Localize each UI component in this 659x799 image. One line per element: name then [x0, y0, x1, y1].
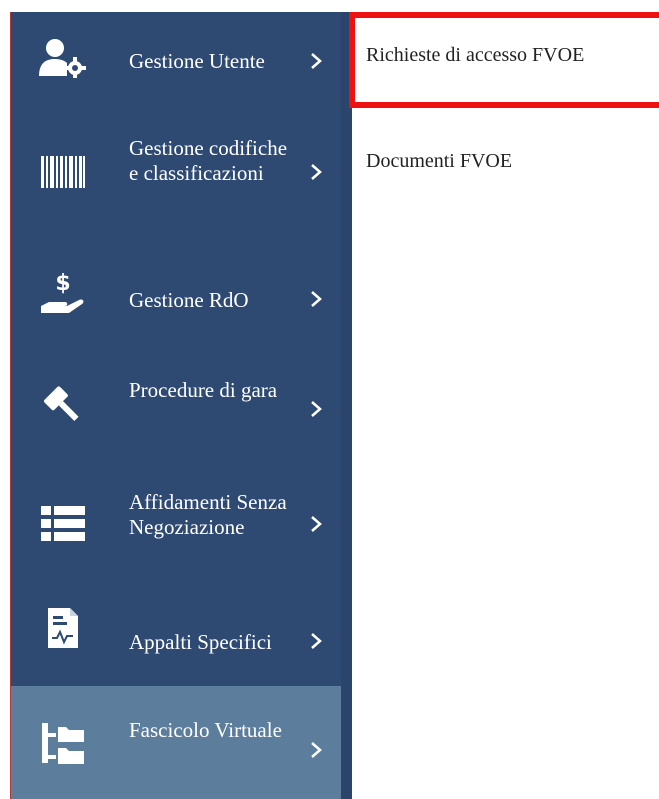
chevron-right-icon [311, 742, 322, 758]
barcode-icon [39, 148, 87, 196]
submenu-item-richieste-accesso-fvoe[interactable]: Richieste di accesso FVOE [366, 44, 584, 67]
sidebar-item-gestione-codifiche[interactable]: Gestione codifiche e classificazioni [11, 112, 341, 224]
sidebar-item-label: Fascicolo Virtuale [129, 718, 282, 742]
document-chart-icon [39, 604, 87, 652]
hand-dollar-icon: $ [39, 270, 87, 318]
sidebar-item-label: Gestione RdO [129, 288, 249, 312]
list-icon [39, 500, 87, 548]
submenu-item-documenti-fvoe[interactable]: Documenti FVOE [366, 150, 512, 173]
chevron-right-icon [311, 291, 322, 307]
sidebar-item-procedure-di-gara[interactable]: Procedure di gara [11, 344, 341, 462]
app-window: Gestione Utente Gestione codifiche e cla… [0, 0, 659, 799]
submenu-panel: Richieste di accesso FVOE Documenti FVOE [352, 12, 659, 799]
sidebar-item-label: Affidamenti Senza Negoziazione [129, 490, 287, 539]
chevron-right-icon [311, 516, 322, 532]
svg-text:$: $ [55, 272, 70, 296]
sidebar-item-appalti-specifici[interactable]: Appalti Specifici [11, 582, 341, 684]
sidebar-item-fascicolo-virtuale[interactable]: Fascicolo Virtuale [11, 686, 341, 799]
sidebar-item-label: Procedure di gara [129, 378, 278, 402]
chevron-right-icon [311, 633, 322, 649]
sidebar-item-label: Gestione Utente [129, 49, 265, 73]
gavel-icon [39, 380, 87, 428]
chevron-right-icon [311, 401, 322, 417]
sidebar-item-label: Appalti Specifici [129, 630, 272, 654]
sidebar-item-label: Gestione codifiche e classificazioni [129, 136, 288, 185]
sidebar-item-gestione-rdo[interactable]: $ Gestione RdO [11, 224, 341, 344]
sidebar-item-gestione-utente[interactable]: Gestione Utente [11, 12, 341, 112]
user-settings-icon [39, 34, 87, 82]
folder-tree-icon [39, 720, 87, 768]
chevron-right-icon [311, 164, 322, 180]
sidebar-menu: Gestione Utente Gestione codifiche e cla… [10, 12, 353, 799]
chevron-right-icon [311, 53, 322, 69]
sidebar-item-affidamenti-senza-negoziazione[interactable]: Affidamenti Senza Negoziazione [11, 462, 341, 582]
